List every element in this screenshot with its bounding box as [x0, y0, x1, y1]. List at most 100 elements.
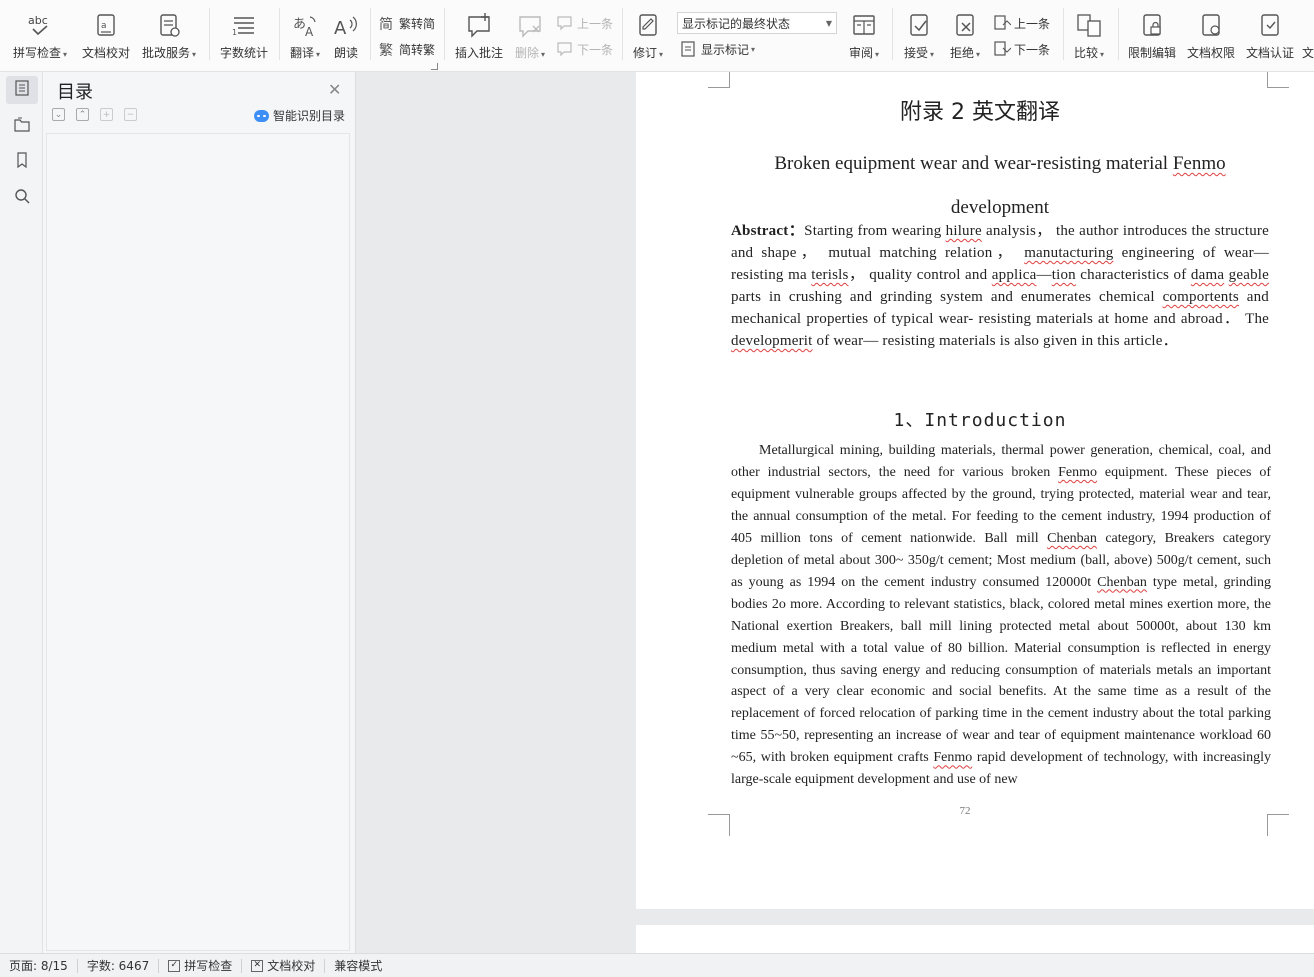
review-pane-icon	[849, 12, 879, 40]
compat-mode-indicator: 兼容模式	[334, 959, 383, 973]
delete-comment-icon	[515, 12, 545, 40]
translate-button[interactable]: あA 翻译 ▾	[285, 0, 325, 72]
doc-permission-button[interactable]: 文档权限	[1184, 0, 1238, 72]
body-paragraph: Metallurgical mining, building materials…	[731, 443, 1271, 788]
separator	[370, 8, 371, 60]
insert-comment-button[interactable]: 插入批注	[450, 0, 508, 72]
document-page[interactable]: 附录 2 英文翻译 Broken equipment wear and wear…	[636, 72, 1314, 909]
prev-comment-label: 上一条	[577, 16, 614, 31]
nav-rail	[0, 72, 43, 953]
separator	[209, 8, 210, 60]
minus-icon: −	[126, 109, 135, 120]
prev-change-icon	[993, 14, 1011, 32]
simp-to-trad-button[interactable]: 繁 简转繁	[378, 38, 435, 60]
paper-title-line2: development	[950, 197, 1050, 218]
status-doc-proof-button[interactable]: ✕ 文档校对	[242, 958, 326, 973]
paper-title: Broken equipment wear and wear-resisting…	[731, 142, 1269, 230]
overflow-label: 文	[1302, 46, 1314, 60]
chevron-up-icon: ⌃	[78, 109, 87, 120]
status-spell-check-button[interactable]: ✓ 拼写检查	[159, 958, 243, 973]
close-icon[interactable]: ✕	[328, 80, 341, 99]
read-aloud-icon: A	[331, 12, 361, 40]
next-comment-icon	[556, 40, 574, 58]
search-nav-button[interactable]	[6, 184, 38, 212]
doc-permission-icon	[1196, 12, 1226, 40]
track-changes-button[interactable]: 修订 ▾	[628, 0, 668, 72]
review-service-icon	[154, 12, 184, 40]
doc-cert-label: 文档认证	[1245, 46, 1294, 60]
compare-button[interactable]: 比较 ▾	[1068, 0, 1110, 72]
separator	[1118, 8, 1119, 60]
track-changes-icon	[633, 12, 663, 40]
spell-check-button[interactable]: abc 拼写检查 ▾	[8, 0, 72, 72]
folder-icon	[14, 116, 30, 136]
chapter-nav-button[interactable]	[6, 112, 38, 140]
review-pane-button[interactable]: 审阅 ▾	[844, 0, 884, 72]
status-doc-proof-label: 文档校对	[267, 959, 316, 973]
prev-change-button[interactable]: 上一条	[993, 12, 1050, 34]
insert-comment-icon	[464, 12, 494, 40]
reject-button[interactable]: 拒绝 ▾	[944, 0, 986, 72]
compare-label: 比较	[1073, 46, 1098, 60]
show-markup-button[interactable]: 显示标记 ▾	[680, 38, 755, 60]
crop-mark	[708, 72, 730, 88]
review-service-button[interactable]: 批改服务 ▾	[138, 0, 200, 72]
restrict-edit-button[interactable]: 限制编辑	[1124, 0, 1180, 72]
separator	[279, 8, 280, 60]
accept-button[interactable]: 接受 ▾	[898, 0, 940, 72]
paper-title-misspelled-word: Fenmo	[1172, 153, 1226, 174]
page-indicator[interactable]: 页面: 8/15	[0, 958, 78, 973]
next-document-page[interactable]	[636, 925, 1314, 953]
ai-detect-toc-label: 智能识别目录	[273, 109, 346, 123]
doc-permission-label: 文档权限	[1186, 46, 1235, 60]
compare-icon	[1074, 12, 1104, 40]
read-aloud-button[interactable]: A 朗读	[328, 0, 364, 72]
svg-text:A: A	[305, 25, 314, 39]
delete-comment-button[interactable]: 删除 ▾	[510, 0, 550, 72]
doc-proof-button[interactable]: a 文档校对	[78, 0, 134, 72]
word-count-indicator[interactable]: 字数: 6467	[78, 958, 160, 973]
add-heading-button[interactable]: +	[100, 108, 113, 121]
doc-cert-button[interactable]: 文档认证	[1242, 0, 1298, 72]
toc-list	[46, 133, 350, 951]
next-change-icon	[993, 40, 1011, 58]
certificate-icon	[1255, 12, 1285, 40]
review-service-label: 批改服务	[141, 46, 190, 60]
svg-text:a: a	[101, 21, 107, 31]
bookmark-icon	[14, 152, 30, 172]
delete-comment-label: 删除	[514, 46, 539, 60]
next-comment-button[interactable]: 下一条	[556, 38, 613, 60]
remove-heading-button[interactable]: −	[124, 108, 137, 121]
show-markup-icon	[680, 40, 698, 58]
toc-panel: 目录 ✕ ⌄ ⌃ + − 智能识别目录	[43, 72, 356, 953]
overflow-button[interactable]: 文	[1302, 0, 1314, 72]
spell-check-label: 拼写检查	[12, 46, 61, 60]
expand-all-button[interactable]: ⌃	[76, 108, 89, 121]
status-bar: 页面: 8/15 字数: 6467 ✓ 拼写检查 ✕ 文档校对 兼容模式	[0, 953, 1314, 977]
dialog-launcher-icon[interactable]	[431, 63, 438, 70]
markup-state-dropdown[interactable]: 显示标记的最终状态 ▼	[677, 12, 837, 34]
show-markup-label: 显示标记	[701, 42, 750, 57]
chevron-down-icon: ⌄	[54, 109, 63, 120]
svg-text:A: A	[334, 18, 347, 39]
section-heading: 1、Introduction	[893, 410, 1067, 431]
checkbox-checked-icon: ✓	[168, 959, 181, 972]
next-change-button[interactable]: 下一条	[993, 38, 1050, 60]
doc-proof-status-icon: ✕	[251, 959, 264, 972]
document-area[interactable]: 附录 2 英文翻译 Broken equipment wear and wear…	[356, 72, 1314, 953]
read-aloud-label: 朗读	[333, 46, 358, 60]
crop-mark	[1267, 814, 1289, 836]
prev-comment-button[interactable]: 上一条	[556, 12, 613, 34]
crop-mark	[1267, 72, 1289, 88]
collapse-all-button[interactable]: ⌄	[52, 108, 65, 121]
separator	[622, 8, 623, 60]
toc-icon	[14, 80, 30, 100]
accept-label: 接受	[903, 46, 928, 60]
ai-detect-toc-button[interactable]: 智能识别目录	[254, 107, 345, 124]
bookmark-nav-button[interactable]	[6, 148, 38, 176]
trad-to-simp-button[interactable]: 简 繁转简	[378, 12, 435, 34]
word-count-button[interactable]: 1 字数统计	[216, 0, 272, 72]
toc-panel-title: 目录	[57, 82, 93, 103]
lock-icon	[1137, 12, 1167, 40]
toc-nav-button[interactable]	[6, 76, 38, 104]
